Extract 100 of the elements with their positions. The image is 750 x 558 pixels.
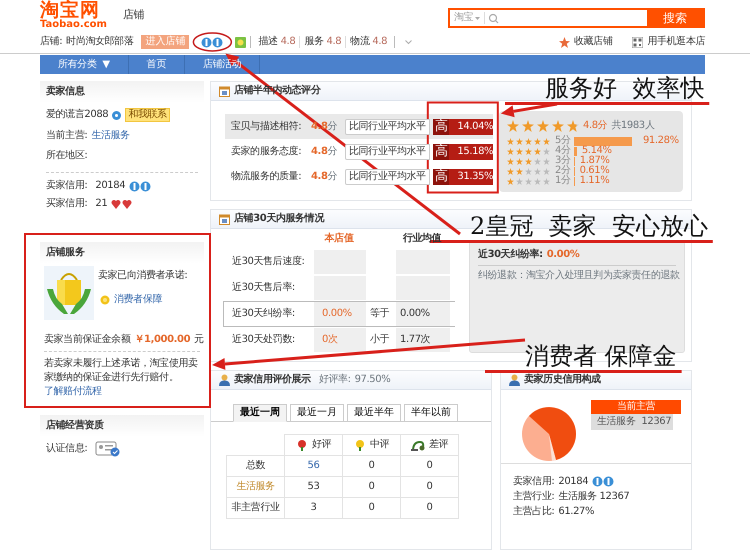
flower-icon	[296, 439, 308, 451]
shop-value: 0.00%	[322, 308, 352, 320]
service-label: 近30天售后率:	[232, 282, 295, 294]
count-link[interactable]: 56	[308, 460, 320, 471]
industry-value: 0.00%	[400, 308, 430, 320]
credit-label: 卖家信用:	[46, 180, 88, 192]
star-icon	[516, 158, 523, 164]
star-icon	[552, 120, 564, 132]
star-icon	[516, 138, 523, 144]
star-icon	[558, 36, 570, 48]
rating-row[interactable]: 卖家的服务态度: 4.8分 比同行业平均水平 高 15.18%	[225, 139, 493, 164]
person-icon	[219, 374, 230, 386]
star-icon	[537, 120, 549, 132]
grade-badge: 高 31.35%	[432, 168, 493, 184]
star-label: 2分	[555, 166, 571, 176]
star-icon	[507, 148, 514, 154]
rating-label: 宝贝与描述相符:	[231, 120, 302, 132]
history-value: 20184	[558, 476, 588, 488]
payout-process-link[interactable]: 了解赔付流程	[44, 386, 102, 397]
detail-value: 0.00%	[546, 249, 580, 260]
row-label: 非主营行业	[231, 502, 280, 513]
field-label: 当前主营:	[46, 130, 88, 142]
logo-subtitle: Taobao.com	[40, 20, 107, 30]
star-icon	[543, 168, 550, 174]
service-row[interactable]: 近30天售后速度:	[223, 249, 455, 275]
mobile-link[interactable]: 用手机逛本店	[632, 36, 705, 48]
star-icon	[507, 158, 514, 164]
chevron-down-icon[interactable]	[405, 40, 412, 44]
period-tab[interactable]: 半年以前	[404, 404, 458, 421]
rating-label: 物流服务的质量:	[231, 170, 302, 182]
detail-title: 近30天纠纷率:	[478, 249, 543, 260]
rate-value: 97.50%	[354, 374, 390, 386]
star-icon	[543, 158, 550, 164]
history-label: 卖家信用:	[513, 476, 554, 488]
column-header: 好评	[312, 439, 332, 451]
contact-button[interactable]: 和我联系	[125, 108, 170, 122]
wilted-plant-icon	[410, 439, 425, 451]
star-label: 4分	[555, 146, 571, 156]
service-row[interactable]: 近30天处罚数: 0次 小于 1.77次	[223, 327, 455, 353]
rating-row[interactable]: 物流服务的质量: 4.8分 比同行业平均水平 高 31.35%	[225, 164, 493, 189]
column-header: 差评	[428, 439, 448, 451]
relation-text: 小于	[370, 334, 390, 346]
certification-label: 认证信息:	[46, 443, 88, 455]
crown-icon	[129, 180, 152, 192]
star-icon	[543, 138, 550, 144]
star-icon	[534, 148, 541, 154]
star-label: 5分	[555, 136, 571, 146]
star-icon	[516, 148, 523, 154]
rating-label: 描述	[258, 36, 278, 47]
table-cell: 0	[426, 460, 432, 471]
score-unit: 分	[328, 170, 338, 182]
service-row[interactable]: 近30天售后率:	[223, 275, 455, 301]
star-icon	[525, 168, 532, 174]
comparison-tag: 比同行业平均水平	[345, 168, 430, 184]
guarantee-link[interactable]: 消费者保障	[100, 294, 188, 306]
crown-icon	[201, 36, 224, 48]
service-label: 近30天售后速度:	[232, 256, 304, 268]
calendar-icon	[219, 86, 230, 96]
main-category-badge: 当前主营	[591, 400, 681, 414]
star-icon	[507, 168, 514, 174]
service-label: 近30天纠纷率:	[232, 308, 295, 320]
table-cell: 0	[368, 502, 374, 513]
table-cell: 3	[310, 502, 316, 513]
service-label: 近30天处罚数:	[232, 334, 295, 346]
percent-value: 0.61%	[580, 166, 610, 176]
annotation-text: 消费者 保障金	[525, 344, 677, 368]
panel-title: 卖家信用评价展示	[234, 374, 311, 386]
heart-icon	[111, 198, 134, 210]
star-icon	[534, 158, 541, 164]
star-icon	[534, 168, 541, 174]
star-icon	[507, 138, 514, 144]
nav-link[interactable]: 首页	[128, 55, 185, 74]
service-row[interactable]: 近30天纠纷率: 0.00% 等于 0.00%	[223, 301, 455, 327]
star-label: 3分	[555, 156, 571, 166]
qr-code-icon	[632, 36, 644, 48]
star-icon	[543, 148, 550, 154]
bag-in-hands-icon	[44, 266, 94, 320]
period-tab[interactable]: 最近一月	[290, 404, 344, 421]
credit-label: 买家信用:	[46, 198, 88, 210]
nav-link[interactable]: 所有分类 ▼	[40, 55, 129, 74]
favorite-link[interactable]: 收藏店铺	[558, 36, 612, 48]
flower-icon	[354, 439, 366, 451]
badge-icon	[235, 36, 246, 48]
column-header: 中评	[370, 439, 390, 451]
id-card-icon	[95, 441, 122, 457]
period-tab[interactable]: 最近半年	[347, 404, 401, 421]
period-tab[interactable]: 最近一周	[233, 404, 287, 422]
percent-value: 5.14%	[582, 146, 612, 156]
table-cell: 0	[368, 481, 374, 492]
promise-text: 卖家已向消费者承诺:	[98, 270, 188, 282]
average-score: 4.8分	[583, 120, 608, 132]
star-icon	[567, 120, 579, 132]
star-icon	[516, 168, 523, 174]
star-icon	[516, 178, 523, 184]
column-header: 本店值	[323, 233, 355, 246]
score-value: 4.8	[311, 170, 328, 182]
percent-value: 1.87%	[580, 156, 610, 166]
rating-value: 4.8	[372, 36, 388, 47]
score-value: 4.8	[311, 146, 328, 156]
annotation-text: 服务好 效率快	[545, 76, 704, 100]
